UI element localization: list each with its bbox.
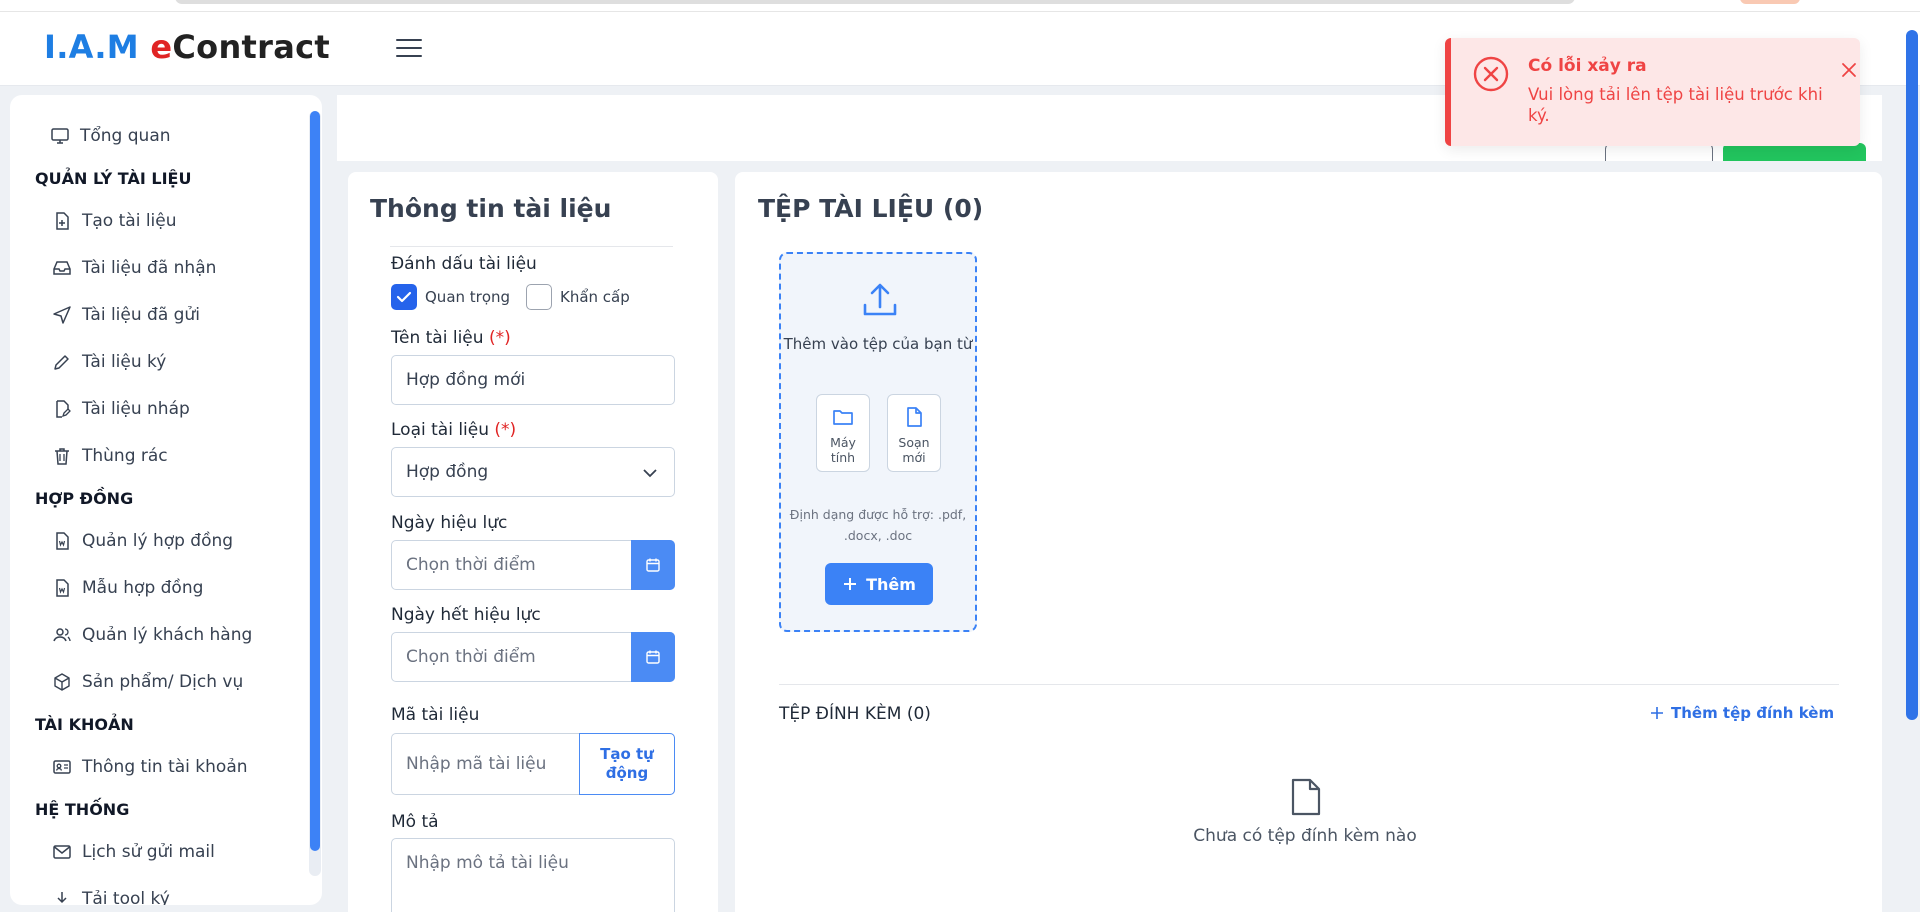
sidebar-item-products[interactable]: Sản phẩm/ Dịch vụ xyxy=(52,667,243,697)
important-checkbox[interactable]: Quan trọng xyxy=(391,284,510,310)
error-toast: Có lỗi xảy ra Vui lòng tải lên tệp tài l… xyxy=(1445,38,1860,146)
effective-date-label: Ngày hiệu lực xyxy=(391,513,508,533)
sidebar-section-documents: QUẢN LÝ TÀI LIỆU xyxy=(35,169,192,188)
inbox-icon xyxy=(53,261,71,275)
add-file-button[interactable]: Thêm xyxy=(825,563,933,605)
upload-icon xyxy=(863,283,897,316)
divider xyxy=(390,246,673,247)
sidebar-item-create-document[interactable]: Tạo tài liệu xyxy=(52,206,177,236)
users-icon xyxy=(53,628,71,642)
generate-code-button[interactable]: Tạo tự động xyxy=(579,733,675,795)
id-card-icon xyxy=(53,760,71,774)
document-info-card: Thông tin tài liệu Đánh dấu tài liệu Qua… xyxy=(348,172,718,912)
sidebar-scroll-thumb[interactable] xyxy=(310,111,320,851)
supported-formats-text: Định dạng được hỗ trợ: .pdf, .docx, .doc xyxy=(789,507,967,544)
browser-strip xyxy=(0,0,1920,12)
app-logo[interactable]: I.A.M eContract xyxy=(44,28,330,66)
sidebar-item-mail-history[interactable]: Lịch sử gửi mail xyxy=(52,837,215,867)
document-name-input[interactable]: Hợp đồng mới xyxy=(391,355,675,405)
files-title: TỆP TÀI LIỆU (0) xyxy=(758,194,984,223)
document-code-input[interactable]: Nhập mã tài liệu Tạo tự động xyxy=(391,733,675,795)
calendar-icon xyxy=(646,650,660,664)
expire-date-input[interactable]: Chọn thời điểm xyxy=(391,632,675,682)
sidebar-item-drafts[interactable]: Tài liệu nháp xyxy=(52,394,190,424)
send-icon xyxy=(53,306,71,324)
sidebar-item-account-info[interactable]: Thông tin tài khoản xyxy=(52,752,248,782)
sidebar-item-trash[interactable]: Thùng rác xyxy=(52,441,168,471)
plus-icon xyxy=(1651,707,1663,719)
compose-new-button[interactable]: Soạn mới xyxy=(887,394,941,472)
sidebar-item-sent[interactable]: Tài liệu đã gửi xyxy=(52,300,200,330)
check-icon xyxy=(396,291,412,303)
menu-toggle-icon[interactable] xyxy=(395,36,423,60)
sidebar-item-customers[interactable]: Quản lý khách hàng xyxy=(52,620,252,650)
download-icon xyxy=(57,892,67,904)
folder-icon xyxy=(833,410,853,425)
file-icon xyxy=(907,407,922,427)
pen-icon xyxy=(54,355,69,370)
calendar-button[interactable] xyxy=(631,540,675,590)
close-icon[interactable] xyxy=(1841,62,1857,78)
file-template-icon xyxy=(56,579,69,597)
empty-file-icon xyxy=(1291,778,1321,816)
effective-date-input[interactable]: Chọn thời điểm xyxy=(391,540,675,590)
document-type-select[interactable]: Hợp đồng xyxy=(391,447,675,497)
sidebar-item-sign[interactable]: Tài liệu ký xyxy=(52,347,166,377)
file-plus-icon xyxy=(56,212,69,230)
description-textarea[interactable]: Nhập mô tả tài liệu xyxy=(391,838,675,912)
divider xyxy=(779,684,1839,685)
sidebar-item-download-tool[interactable]: Tải tool ký xyxy=(52,884,170,905)
calendar-button[interactable] xyxy=(631,632,675,682)
add-from-text: Thêm vào tệp của bạn từ xyxy=(783,335,973,353)
plus-icon xyxy=(844,578,857,590)
sidebar-item-overview[interactable]: Tổng quan xyxy=(50,121,171,151)
sidebar-item-manage-contracts[interactable]: Quản lý hợp đồng xyxy=(52,526,233,556)
chevron-down-icon xyxy=(643,469,657,478)
box-icon xyxy=(54,673,70,691)
document-info-title: Thông tin tài liệu xyxy=(370,194,612,223)
error-circle-icon xyxy=(1473,56,1509,92)
browser-profile-button[interactable] xyxy=(1740,0,1800,4)
expire-date-label: Ngày hết hiệu lực xyxy=(391,605,541,625)
document-files-card: TỆP TÀI LIỆU (0) Thêm vào tệp của bạn từ… xyxy=(735,172,1882,912)
toast-message: Vui lòng tải lên tệp tài liệu trước khi … xyxy=(1528,85,1823,126)
code-label: Mã tài liệu xyxy=(391,705,480,725)
description-label: Mô tả xyxy=(391,812,439,832)
page-scrollbar[interactable] xyxy=(1906,30,1918,720)
file-word-icon xyxy=(56,532,69,550)
file-edit-icon xyxy=(56,400,71,418)
toast-title: Có lỗi xảy ra xyxy=(1528,56,1647,76)
monitor-icon xyxy=(51,128,69,144)
mail-icon xyxy=(53,845,71,859)
upload-from-computer-button[interactable]: Máy tính xyxy=(816,394,870,472)
sidebar-section-account: TÀI KHOẢN xyxy=(35,715,134,734)
calendar-icon xyxy=(646,558,660,572)
type-label: Loại tài liệu (*) xyxy=(391,420,517,440)
checkbox-box[interactable] xyxy=(526,284,552,310)
urgent-checkbox[interactable]: Khẩn cấp xyxy=(526,284,630,310)
browser-address-bar[interactable] xyxy=(175,0,1575,4)
empty-attachments-text: Chưa có tệp đính kèm nào xyxy=(1193,826,1417,846)
sidebar-scrollbar[interactable] xyxy=(309,111,321,876)
trash-icon xyxy=(55,448,69,465)
name-label: Tên tài liệu (*) xyxy=(391,328,511,348)
sidebar-item-received[interactable]: Tài liệu đã nhận xyxy=(52,253,216,283)
sidebar-item-contract-templates[interactable]: Mẫu hợp đồng xyxy=(52,573,203,603)
upload-dropzone[interactable]: Thêm vào tệp của bạn từ Máy tính Soạn mớ… xyxy=(779,252,977,632)
add-attachment-button[interactable]: Thêm tệp đính kèm xyxy=(1649,704,1834,722)
sidebar-section-contracts: HỢP ĐỒNG xyxy=(35,489,134,508)
sidebar-section-system: HỆ THỐNG xyxy=(35,800,130,819)
sidebar: Tổng quan QUẢN LÝ TÀI LIỆU Tạo tài liệu … xyxy=(10,95,322,905)
mark-label: Đánh dấu tài liệu xyxy=(391,254,537,274)
attachments-title: TỆP ĐÍNH KÈM (0) xyxy=(779,704,931,724)
checkbox-box[interactable] xyxy=(391,284,417,310)
